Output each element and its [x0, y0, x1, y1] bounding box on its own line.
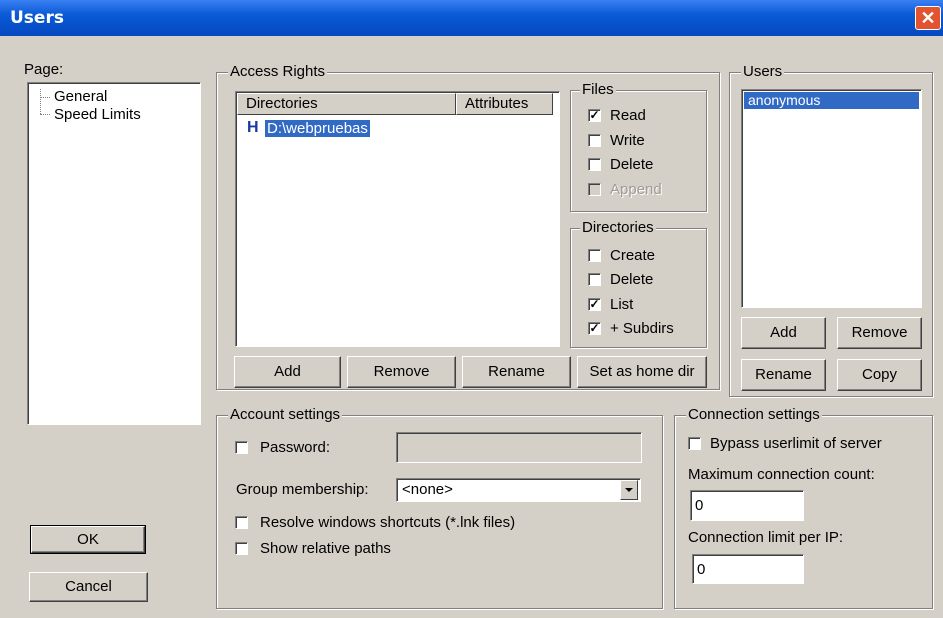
bypass-userlimit-checkbox[interactable] [688, 437, 701, 450]
group-membership-select[interactable]: <none> [396, 478, 641, 502]
dirs-create-label[interactable]: Create [610, 247, 655, 264]
files-read-checkbox[interactable]: ✓ [588, 109, 601, 122]
dirs-create-checkbox[interactable] [588, 249, 601, 262]
password-field [396, 432, 642, 463]
per-ip-field[interactable] [692, 554, 804, 584]
directory-row[interactable]: D:\webpruebas [265, 120, 370, 137]
files-append-label: Append [610, 181, 662, 198]
close-button[interactable]: ✕ [915, 6, 941, 30]
column-header-attributes[interactable]: Attributes [456, 93, 553, 115]
tree-item-speed-limits[interactable]: Speed Limits [54, 106, 141, 123]
password-checkbox[interactable] [235, 441, 248, 454]
remove-directory-button[interactable]: Remove [347, 356, 456, 388]
password-input [397, 433, 641, 462]
group-membership-value: <none> [402, 481, 453, 498]
tree-connector [40, 114, 50, 115]
files-append-checkbox [588, 183, 601, 196]
files-delete-checkbox[interactable] [588, 158, 601, 171]
chevron-down-icon[interactable] [620, 480, 638, 500]
per-ip-input[interactable] [693, 555, 803, 583]
users-dialog: Users ✕ Page: General Speed Limits OK Ca… [0, 0, 943, 618]
max-connection-label: Maximum connection count: [688, 466, 875, 483]
user-item[interactable]: anonymous [744, 92, 919, 109]
copy-user-button[interactable]: Copy [837, 359, 922, 391]
max-connection-input[interactable] [691, 491, 803, 520]
check-icon: ✓ [589, 108, 600, 122]
tree-connector [40, 89, 41, 114]
dirs-list-label[interactable]: List [610, 296, 633, 313]
window-title: Users [10, 8, 64, 28]
dirs-subdirs-label[interactable]: + Subdirs [610, 320, 674, 337]
bypass-userlimit-label[interactable]: Bypass userlimit of server [710, 435, 882, 452]
files-write-label[interactable]: Write [610, 132, 645, 149]
page-tree[interactable]: General Speed Limits [27, 82, 201, 425]
group-membership-label: Group membership: [236, 481, 369, 498]
check-icon: ✓ [589, 321, 600, 335]
title-bar[interactable]: Users ✕ [0, 0, 943, 36]
max-connection-field[interactable] [690, 490, 804, 521]
dirs-subdirs-checkbox[interactable]: ✓ [588, 322, 601, 335]
ok-button[interactable]: OK [30, 525, 146, 554]
check-icon: ✓ [589, 297, 600, 311]
users-list[interactable]: anonymous [741, 89, 922, 308]
files-title: Files [580, 81, 616, 98]
directory-list[interactable]: Directories Attributes H D:\webpruebas [235, 91, 560, 347]
dialog-body: Page: General Speed Limits OK Cancel Acc… [4, 36, 940, 618]
connection-settings-title: Connection settings [686, 406, 822, 423]
users-title: Users [741, 63, 785, 80]
files-read-label[interactable]: Read [610, 107, 646, 124]
add-user-button[interactable]: Add [741, 317, 826, 349]
remove-user-button[interactable]: Remove [837, 317, 922, 349]
cancel-button[interactable]: Cancel [29, 572, 148, 602]
tree-connector [40, 97, 50, 98]
rename-directory-button[interactable]: Rename [462, 356, 571, 388]
tree-item-general[interactable]: General [54, 88, 107, 105]
rename-user-button[interactable]: Rename [741, 359, 826, 391]
relative-paths-checkbox[interactable] [235, 542, 248, 555]
password-label[interactable]: Password: [260, 439, 330, 456]
resolve-shortcuts-checkbox[interactable] [235, 516, 248, 529]
set-home-dir-button[interactable]: Set as home dir [577, 356, 707, 388]
dirs-list-checkbox[interactable]: ✓ [588, 298, 601, 311]
account-settings-title: Account settings [228, 406, 343, 423]
dirs-delete-checkbox[interactable] [588, 273, 601, 286]
per-ip-label: Connection limit per IP: [688, 529, 844, 546]
access-rights-title: Access Rights [228, 63, 328, 80]
resolve-shortcuts-label[interactable]: Resolve windows shortcuts (*.lnk files) [260, 514, 515, 531]
column-header-directories[interactable]: Directories [237, 93, 456, 115]
relative-paths-label[interactable]: Show relative paths [260, 540, 391, 557]
files-delete-label[interactable]: Delete [610, 156, 653, 173]
directories-title: Directories [580, 219, 656, 236]
home-dir-flag: H [247, 119, 259, 136]
files-write-checkbox[interactable] [588, 134, 601, 147]
page-label: Page: [24, 61, 64, 78]
dirs-delete-label[interactable]: Delete [610, 271, 653, 288]
add-directory-button[interactable]: Add [234, 356, 341, 388]
